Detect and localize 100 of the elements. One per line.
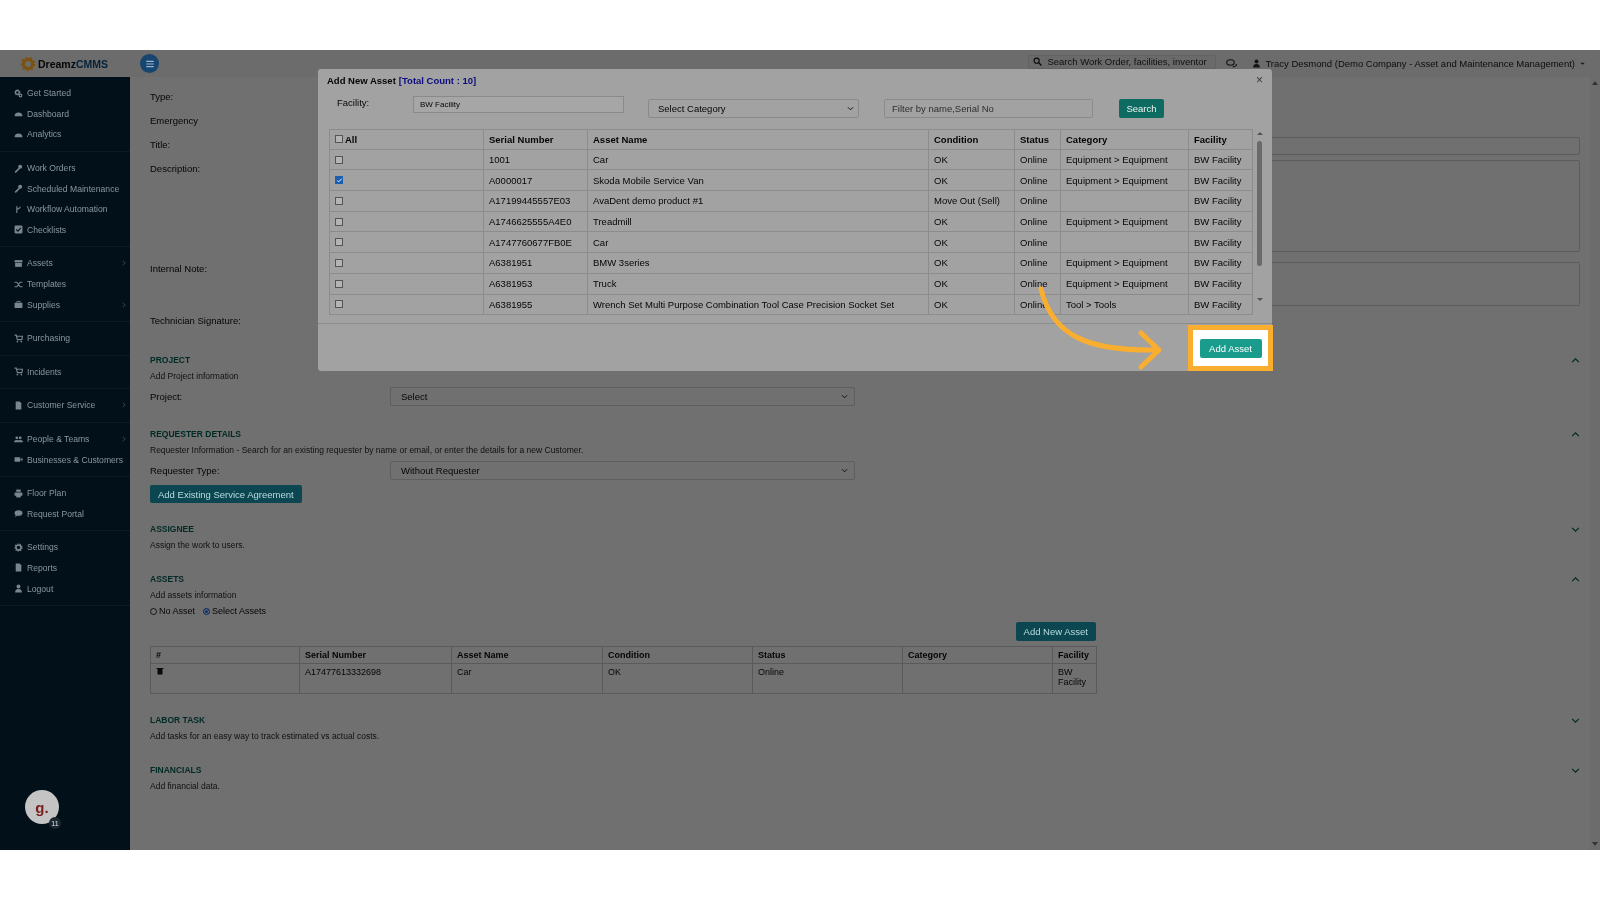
service-agreement-button[interactable]: Add Existing Service Agreement (150, 485, 302, 503)
sidebar-item[interactable]: Work Orders (0, 157, 130, 179)
category-select[interactable]: Select Category (648, 99, 859, 118)
sidebar-item[interactable]: Request Portal (0, 503, 130, 525)
sidebar-item[interactable]: Analytics (0, 124, 130, 145)
section-description: Add tasks for an easy way to track estimated vs actual costs. (150, 731, 380, 741)
section-heading: PROJECT (150, 355, 191, 365)
table-cell: Tool > Tools (1066, 298, 1117, 310)
table-cell: BW Facility (1052, 663, 1097, 694)
checkbox[interactable] (335, 279, 343, 288)
checkbox[interactable] (335, 176, 343, 185)
sidebar-item[interactable]: Dashboard (0, 103, 130, 125)
table-cell: BW Facility (1194, 298, 1242, 310)
table-cell: Online (1020, 174, 1048, 186)
sidebar-item[interactable]: Scheduled Maintenance (0, 178, 130, 199)
table-cell: Skoda Mobile Service Van (593, 174, 704, 186)
sidebar-item[interactable]: Incidents (0, 361, 130, 383)
checkbox[interactable] (335, 300, 343, 309)
table-cell: Car (593, 236, 609, 248)
table-cell: A1747760677FB0E (489, 236, 572, 248)
trash-icon (156, 667, 164, 675)
document-icon (14, 563, 23, 573)
sidebar-item[interactable]: Workflow Automation (0, 198, 130, 220)
table-cell: BW Facility (1194, 257, 1242, 269)
table-cell: BW Facility (1194, 278, 1242, 290)
radio-option[interactable]: No Asset (150, 606, 196, 616)
sidebar-item[interactable]: Templates (0, 273, 130, 295)
checkbox[interactable] (335, 238, 343, 247)
collapse-chevron-icon[interactable] (1571, 429, 1580, 439)
settings-icon (14, 542, 23, 552)
logo-text: DreamzCMMS (38, 57, 108, 70)
radio-option[interactable]: Select Assets (203, 606, 267, 616)
shuffle-icon (14, 279, 23, 289)
search-field[interactable]: Search Work Order, facilities, inventor (1028, 54, 1217, 69)
collapse-chevron-icon[interactable] (1571, 355, 1580, 365)
table-cell: Online (1020, 278, 1048, 290)
facility-field[interactable]: BW Facility (413, 96, 624, 113)
table-cell: A6381951 (489, 257, 533, 269)
select-all-checkbox[interactable]: All (335, 133, 358, 145)
expand-chevron-icon[interactable] (1571, 765, 1580, 775)
checkbox[interactable] (335, 258, 343, 267)
select-field[interactable]: Select (390, 386, 855, 406)
chat-icon[interactable] (1226, 57, 1239, 70)
video-camera-icon (14, 455, 23, 465)
table-cell: Equipment > Equipment (1066, 174, 1168, 186)
expand-chevron-icon[interactable] (1571, 524, 1580, 534)
table-cell: A0000017 (489, 174, 533, 186)
section-heading: REQUESTER DETAILS (150, 429, 241, 439)
table-cell: 1001 (489, 154, 511, 166)
expand-chevron-icon[interactable] (1571, 715, 1580, 725)
search-button[interactable]: Search (1119, 99, 1164, 118)
add-asset-button[interactable]: Add New Asset (1015, 622, 1096, 641)
checkbox[interactable] (335, 155, 343, 164)
sidebar-item[interactable]: Businesses & Customers (0, 449, 130, 470)
caret-icon (1579, 60, 1586, 67)
section-heading: FINANCIALS (150, 765, 202, 775)
field-label: Internal Note: (150, 263, 208, 275)
speech-bubble-icon (14, 509, 23, 519)
gears-icon (14, 88, 23, 98)
gear-icon (20, 55, 36, 72)
sidebar-item[interactable]: Get Started (0, 83, 130, 104)
checkbox[interactable] (335, 196, 343, 205)
sidebar-item[interactable]: Floor Plan (0, 482, 130, 504)
field-label: Description: (150, 163, 201, 175)
table-cell: BW Facility (1194, 154, 1242, 166)
table-cell: Treadmill (593, 216, 632, 228)
table-cell: BW Facility (1194, 174, 1242, 186)
gauge-icon (14, 130, 23, 139)
sidebar-item[interactable]: People & Teams (0, 428, 130, 450)
user-icon (1252, 59, 1262, 68)
field-label: Emergency (150, 115, 199, 127)
menu-button[interactable] (140, 54, 159, 73)
close-button[interactable]: × (1256, 73, 1263, 87)
sidebar-item[interactable]: Assets (0, 253, 130, 274)
section-description: Requester Information - Search for an existing requester by name or email, or enter the details for a new Customer. (150, 445, 584, 455)
collapse-chevron-icon[interactable] (1571, 574, 1580, 584)
sidebar-item[interactable]: Settings (0, 537, 130, 558)
document-icon (14, 400, 23, 410)
table-cell: BMW 3series (593, 257, 650, 269)
select-field[interactable]: Without Requester (390, 460, 855, 480)
sidebar-item[interactable]: Logout (0, 578, 130, 599)
sidebar-item[interactable]: Purchasing (0, 327, 130, 349)
column-header: Asset Name (593, 133, 648, 145)
sidebar-item[interactable]: Customer Service (0, 395, 130, 416)
cart-icon (14, 367, 23, 377)
section-heading: ASSETS (150, 574, 184, 584)
filter-field[interactable]: Filter by name,Serial No (884, 99, 1093, 118)
checkbox-icon (14, 225, 23, 235)
table-cell: Move Out (Sell) (934, 195, 1000, 207)
modal-title: Add New Asset (327, 74, 396, 86)
checkbox[interactable] (335, 217, 343, 226)
table-cell: Online (1020, 236, 1048, 248)
sidebar-item[interactable]: Reports (0, 557, 130, 579)
table-cell: A17199445557E03 (489, 195, 571, 207)
branch-icon (14, 204, 23, 214)
section-heading: LABOR TASK (150, 715, 206, 725)
sidebar-item[interactable]: Supplies (0, 294, 130, 315)
search-icon (1033, 57, 1043, 66)
sidebar-item[interactable]: Checklists (0, 219, 130, 241)
user-menu[interactable]: Tracy Desmond (Demo Company - Asset and Maintenance Management) (1265, 58, 1575, 69)
